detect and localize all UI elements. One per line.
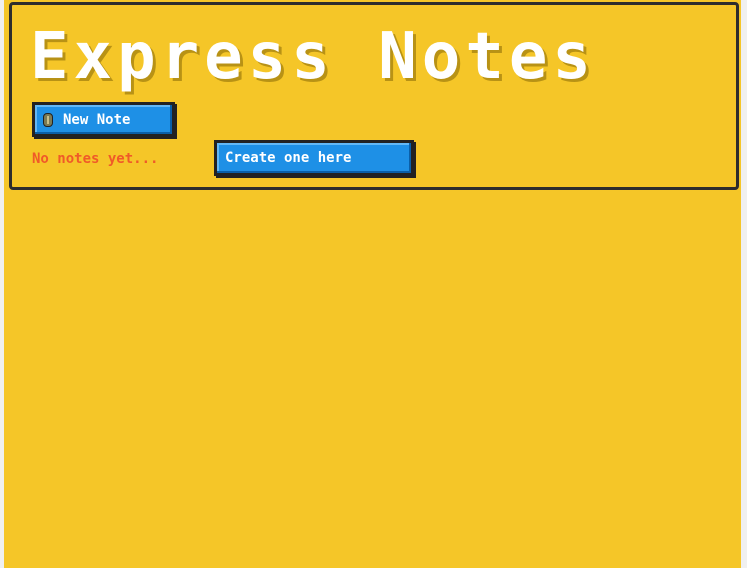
- new-note-label: New Note: [63, 111, 131, 128]
- create-note-label: Create one here: [225, 150, 352, 166]
- create-note-button[interactable]: Create one here: [214, 140, 414, 176]
- empty-notes-message: No notes yet...: [32, 151, 159, 167]
- page-background: Express Notes New Note No notes yet... C…: [4, 0, 741, 568]
- note-icon: [43, 112, 53, 127]
- header-panel: Express Notes New Note No notes yet... C…: [9, 2, 739, 190]
- new-note-button[interactable]: New Note: [32, 102, 175, 137]
- app-title: Express Notes: [30, 20, 596, 94]
